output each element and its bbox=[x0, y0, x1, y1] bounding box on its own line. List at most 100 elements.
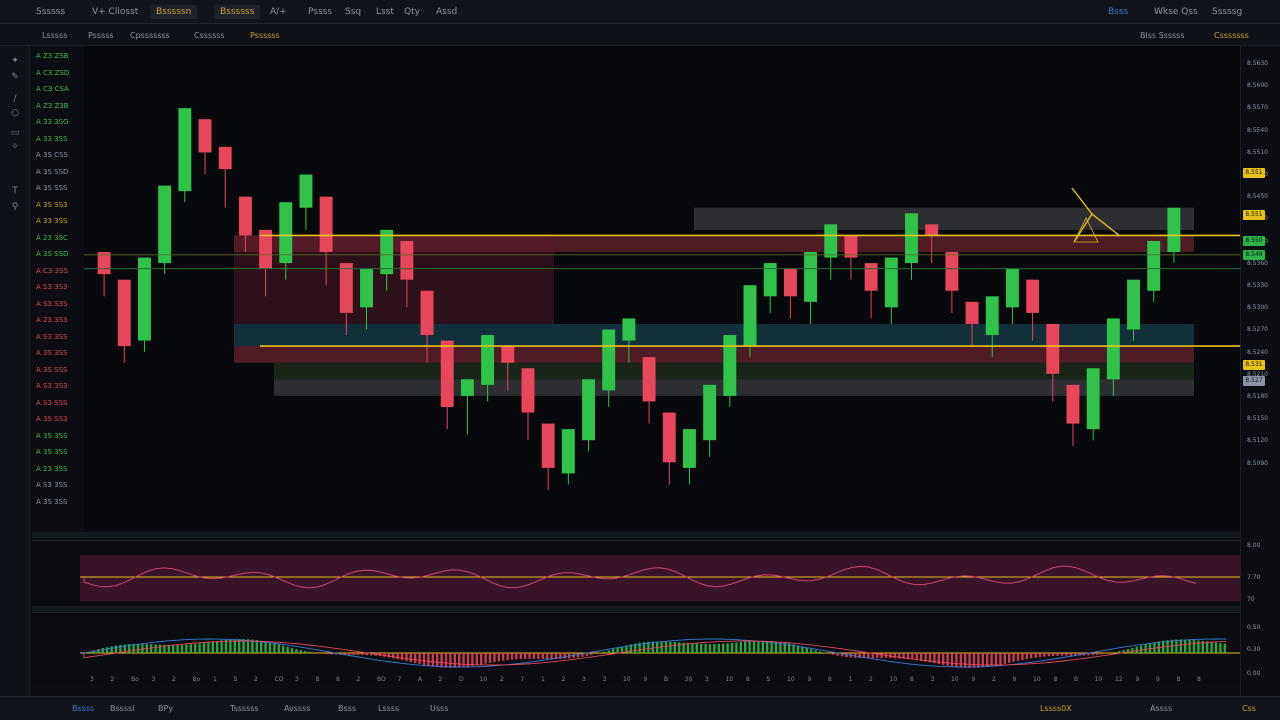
menu-item[interactable]: Ssq bbox=[345, 7, 361, 17]
rsi-pane[interactable] bbox=[32, 540, 1240, 606]
watchlist-item[interactable]: A C3 ZSD bbox=[36, 69, 80, 78]
macd-histogram-bar bbox=[277, 644, 280, 653]
watchlist-item[interactable]: A 33 3SG bbox=[36, 118, 80, 127]
symbol-tab[interactable]: Bsssssn bbox=[150, 5, 198, 19]
candle-body bbox=[1066, 384, 1080, 424]
bottom-item[interactable]: Assss bbox=[1150, 704, 1172, 713]
menu-item[interactable]: Sssssg bbox=[1212, 7, 1242, 17]
brush-icon[interactable]: ✧ bbox=[9, 142, 21, 154]
bottom-item[interactable]: Css bbox=[1242, 704, 1256, 713]
watchlist-item[interactable]: A 3S SSD bbox=[36, 168, 80, 177]
menu-item[interactable]: Assd bbox=[436, 7, 457, 17]
price-tick: 8.5270 bbox=[1247, 326, 1268, 334]
watchlist-item[interactable]: A C3 3SS bbox=[36, 267, 80, 276]
bottom-item[interactable]: Bssss bbox=[72, 704, 94, 713]
candle-body bbox=[1106, 318, 1120, 380]
macd-histogram-bar bbox=[400, 653, 404, 661]
macd-histogram-bar bbox=[1034, 653, 1037, 658]
watchlist-item[interactable]: A 3S SS3 bbox=[36, 201, 80, 210]
toolbar-item[interactable]: Csssssss bbox=[1214, 31, 1249, 40]
menu-item[interactable]: Wkse Qss bbox=[1154, 7, 1198, 17]
macd-histogram-bar bbox=[361, 653, 364, 655]
watchlist-item[interactable]: A 3S SSD bbox=[36, 250, 80, 259]
menu-item[interactable]: Bsss bbox=[1108, 7, 1128, 17]
time-tick: 10 bbox=[479, 676, 488, 683]
macd-histogram-bar bbox=[409, 653, 412, 663]
macd-histogram-bar bbox=[471, 653, 474, 666]
candle-body bbox=[582, 379, 595, 441]
watchlist-item[interactable]: A S3 3SS bbox=[36, 481, 80, 490]
watchlist-item[interactable]: A 3S SSS bbox=[36, 184, 80, 193]
watchlist-item[interactable]: A Z3 Z3B bbox=[36, 102, 80, 111]
watchlist-item[interactable]: A 3S 3SS bbox=[36, 432, 80, 441]
toolbar-item[interactable]: Pssssss bbox=[250, 31, 280, 40]
macd-histogram-bar bbox=[136, 643, 140, 653]
bottom-item[interactable]: Avssss bbox=[284, 704, 310, 713]
macd-histogram-bar bbox=[308, 651, 311, 653]
interval-tab[interactable]: Bssssss bbox=[214, 5, 261, 19]
menu-item[interactable]: Qty bbox=[404, 7, 420, 17]
ruler-icon[interactable]: ▭ bbox=[9, 128, 21, 140]
watchlist-item[interactable]: A 3S SS3 bbox=[36, 415, 80, 424]
time-tick: 10 bbox=[1033, 676, 1041, 683]
bottom-item[interactable]: Lssss bbox=[378, 704, 399, 713]
watchlist-item[interactable]: A 23 3S3 bbox=[36, 316, 80, 325]
macd-histogram-bar bbox=[502, 653, 505, 661]
pencil-icon[interactable]: ✎ bbox=[9, 72, 21, 84]
watchlist-item[interactable]: A 3S 3SS bbox=[36, 349, 80, 358]
price-chart[interactable] bbox=[84, 46, 1240, 530]
macd-histogram-bar bbox=[1012, 653, 1015, 662]
circle-icon[interactable]: ○ bbox=[9, 108, 21, 120]
macd-histogram-bar bbox=[383, 653, 386, 657]
watchlist-item[interactable]: A S3 3S3 bbox=[36, 283, 80, 292]
cursor-icon[interactable]: ✦ bbox=[9, 56, 21, 68]
toolbar-item[interactable]: Psssss bbox=[88, 31, 114, 40]
watchlist-item[interactable]: A 23 3SC bbox=[36, 234, 80, 243]
bottom-item[interactable]: Usss bbox=[430, 704, 448, 713]
pane-divider[interactable] bbox=[32, 532, 1240, 538]
watchlist-item[interactable]: A S3 3S3 bbox=[36, 382, 80, 391]
watchlist-item[interactable]: A 23 3SS bbox=[36, 465, 80, 474]
watchlist-item[interactable]: A 3S 3SS bbox=[36, 498, 80, 507]
watchlist-item[interactable]: A 3S SSS bbox=[36, 366, 80, 375]
toolbar-item[interactable]: Lsssss bbox=[42, 31, 67, 40]
watchlist-item[interactable]: A 33 3SS bbox=[36, 135, 80, 144]
watchlist-item[interactable]: A S3 S3S bbox=[36, 300, 80, 309]
watchlist-item[interactable]: A 33 3SS bbox=[36, 217, 80, 226]
watchlist-item[interactable]: A 3S 3SS bbox=[36, 448, 80, 457]
trend-line-icon[interactable]: ∕ bbox=[9, 94, 21, 106]
macd-histogram-bar bbox=[290, 647, 294, 653]
watchlist-item[interactable]: A Z3 ZSB bbox=[36, 52, 80, 61]
time-tick: S bbox=[766, 676, 771, 683]
text-icon[interactable]: T bbox=[9, 186, 21, 198]
macd-histogram-bar bbox=[946, 653, 949, 666]
bottom-item[interactable]: Lssss0X bbox=[1040, 704, 1072, 713]
macd-histogram-bar bbox=[810, 649, 813, 653]
price-tick: 8.5360 bbox=[1247, 259, 1268, 267]
watchlist-item[interactable]: A S3 SSS bbox=[36, 399, 80, 408]
price-axis[interactable]: 8.00 7.70 70 0.50 0.30 0.00 8.5630 8.5600… bbox=[1240, 46, 1280, 696]
toolbar-item[interactable]: Cssssss bbox=[194, 31, 225, 40]
magnet-icon[interactable]: ⚲ bbox=[9, 202, 21, 214]
menu-item[interactable]: A/+ bbox=[270, 7, 287, 17]
menu-item[interactable]: Ssssss bbox=[36, 7, 65, 17]
toolbar-item[interactable]: Cpsssssss bbox=[130, 31, 170, 40]
watchlist-item[interactable]: A C3 CSA bbox=[36, 85, 80, 94]
time-tick: 8 bbox=[336, 676, 340, 683]
menu-item[interactable]: Pssss bbox=[308, 7, 332, 17]
watchlist-item[interactable]: A 3S CSS bbox=[36, 151, 80, 160]
candle-body bbox=[642, 357, 656, 402]
time-tick: 1 bbox=[848, 676, 853, 683]
toolbar-item[interactable]: Blss Ssssss bbox=[1140, 31, 1185, 40]
menu-item[interactable]: V+ Cllosst bbox=[92, 7, 138, 17]
menu-item[interactable]: Lsst bbox=[376, 7, 394, 17]
bottom-item[interactable]: Bssssl bbox=[110, 704, 134, 713]
candle-body bbox=[723, 335, 737, 396]
bottom-item[interactable]: BPy bbox=[158, 704, 173, 713]
macd-histogram-bar bbox=[757, 640, 760, 653]
watchlist-item[interactable]: A S3 3SS bbox=[36, 333, 80, 342]
bottom-item[interactable]: Tssssss bbox=[230, 704, 259, 713]
macd-histogram-bar bbox=[172, 644, 175, 653]
macd-histogram-bar bbox=[176, 644, 179, 653]
bottom-item[interactable]: Bsss bbox=[338, 704, 356, 713]
